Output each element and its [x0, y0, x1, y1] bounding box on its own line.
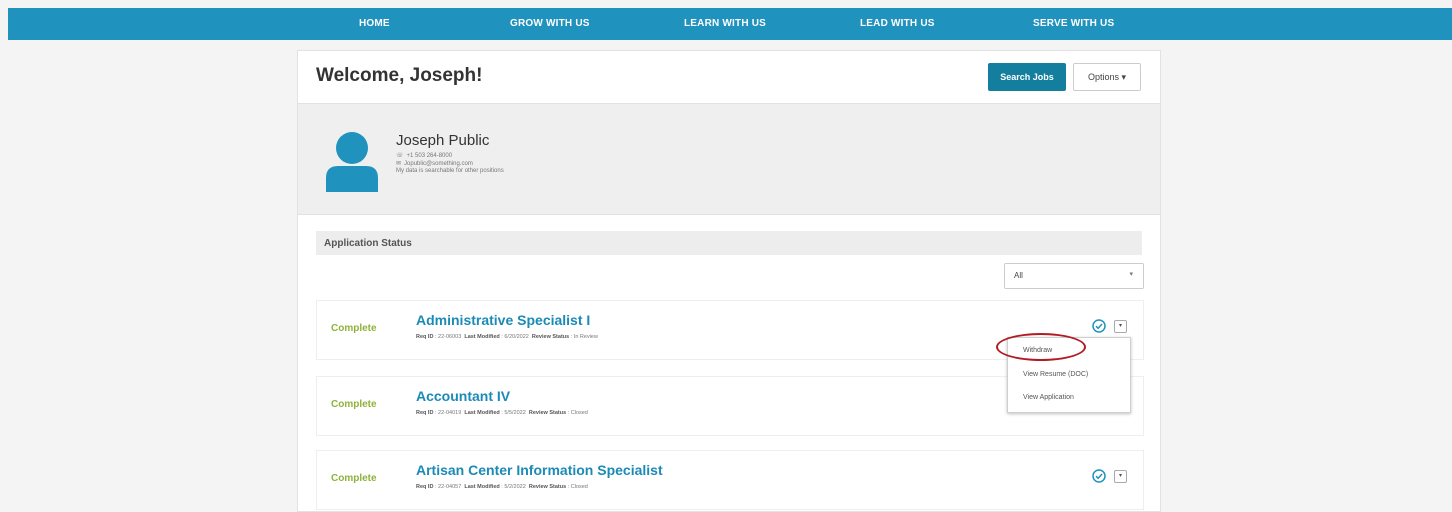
menu-item-view-application[interactable]: View Application — [1023, 394, 1074, 401]
search-jobs-button[interactable]: Search Jobs — [988, 63, 1066, 91]
application-meta: Req ID : 22-06003 Last Modified : 6/20/2… — [416, 334, 598, 340]
envelope-icon: ✉ — [396, 161, 402, 167]
last-modified-value: 5/2/2022 — [504, 484, 526, 490]
nav-lead-with-us[interactable]: LEAD WITH US — [860, 18, 935, 29]
caret-down-icon: ▾ — [1118, 473, 1122, 479]
application-meta: Req ID : 22-04057 Last Modified : 5/2/20… — [416, 484, 588, 490]
review-status-label: Review Status — [528, 410, 567, 416]
user-silhouette-icon — [326, 132, 378, 192]
row-actions-toggle[interactable]: ▾ — [1114, 320, 1127, 333]
status-filter-select[interactable]: All ▾ — [1004, 263, 1144, 289]
caret-down-icon: ▾ — [1118, 323, 1122, 329]
menu-item-view-resume[interactable]: View Resume (DOC) — [1023, 371, 1088, 378]
application-row: Complete Artisan Center Information Spec… — [316, 450, 1144, 510]
dashboard-card: Welcome, Joseph! Search Jobs Options ▾ J… — [297, 50, 1161, 512]
review-status-value: Closed — [570, 410, 588, 416]
section-title: Application Status — [324, 238, 412, 249]
review-status-label: Review Status — [531, 334, 570, 340]
last-modified-label: Last Modified — [464, 410, 500, 416]
review-status-label: Review Status — [528, 484, 567, 490]
application-title-link[interactable]: Administrative Specialist I — [416, 312, 590, 328]
last-modified-label: Last Modified — [464, 334, 500, 340]
profile-phone: +1 503 264-8000 — [406, 153, 453, 159]
review-status-value: Closed — [570, 484, 588, 490]
profile-email-line: ✉ Jopublic@something.com — [396, 160, 473, 167]
last-modified-value: 6/20/2022 — [504, 334, 529, 340]
req-id-value: 22-04019 — [438, 410, 462, 416]
application-status: Complete — [331, 473, 377, 484]
options-button[interactable]: Options ▾ — [1073, 63, 1141, 91]
check-circle-icon — [1092, 469, 1106, 483]
application-status: Complete — [331, 399, 377, 410]
page-title: Welcome, Joseph! — [316, 65, 483, 86]
top-navigation-bar: HOME GROW WITH US LEARN WITH US LEAD WIT… — [8, 8, 1452, 40]
nav-learn-with-us[interactable]: LEARN WITH US — [684, 18, 766, 29]
nav-grow-with-us[interactable]: GROW WITH US — [510, 18, 590, 29]
application-status: Complete — [331, 323, 377, 334]
last-modified-label: Last Modified — [464, 484, 500, 490]
application-status-header: Application Status — [316, 231, 1142, 255]
profile-email: Jopublic@something.com — [404, 161, 473, 167]
profile-searchable-note: My data is searchable for other position… — [396, 168, 504, 174]
req-id-value: 22-06003 — [438, 334, 462, 340]
last-modified-value: 5/5/2022 — [504, 410, 526, 416]
req-id-value: 22-04057 — [438, 484, 462, 490]
nav-home[interactable]: HOME — [359, 18, 390, 29]
phone-icon: ☏ — [396, 153, 404, 159]
profile-name: Joseph Public — [396, 132, 490, 149]
req-id-label: Req ID — [416, 334, 434, 340]
nav-serve-with-us[interactable]: SERVE WITH US — [1033, 18, 1114, 29]
row-actions-toggle[interactable]: ▾ — [1114, 470, 1127, 483]
chevron-down-icon: ▾ — [1129, 271, 1133, 278]
application-title-link[interactable]: Accountant IV — [416, 388, 510, 404]
profile-phone-line: ☏ +1 503 264-8000 — [396, 152, 452, 159]
req-id-label: Req ID — [416, 410, 434, 416]
application-title-link[interactable]: Artisan Center Information Specialist — [416, 462, 663, 478]
application-meta: Req ID : 22-04019 Last Modified : 5/5/20… — [416, 410, 588, 416]
check-circle-icon — [1092, 319, 1106, 333]
review-status-value: In Review — [573, 334, 598, 340]
highlight-annotation-ring — [996, 333, 1086, 361]
filter-value: All — [1014, 271, 1023, 280]
req-id-label: Req ID — [416, 484, 434, 490]
profile-panel: Joseph Public ☏ +1 503 264-8000 ✉ Jopublic… — [298, 103, 1160, 215]
